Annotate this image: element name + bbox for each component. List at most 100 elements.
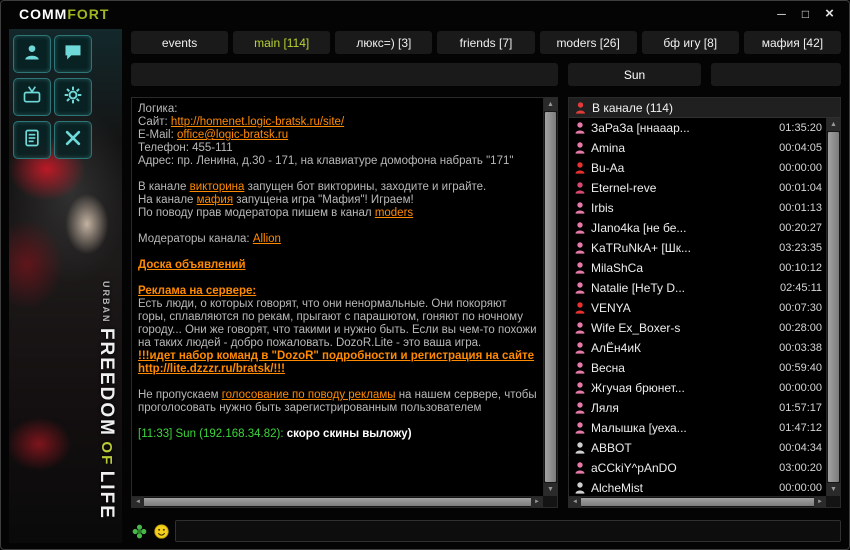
tab-mafia[interactable]: мафия [42] (744, 31, 841, 54)
secondary-bar[interactable] (711, 63, 841, 86)
scroll-thumb[interactable] (144, 498, 531, 506)
user-list-item[interactable]: Малышка [уеха...01:47:12 (569, 418, 826, 438)
scroll-down-button[interactable]: ▼ (544, 483, 557, 496)
user-list-item[interactable]: Жгучая брюнет...00:00:00 (569, 378, 826, 398)
moders-channel-link[interactable]: moders (375, 207, 413, 219)
scroll-right-button[interactable]: ► (531, 497, 543, 507)
message-input[interactable] (175, 520, 841, 542)
scroll-thumb[interactable] (581, 498, 814, 506)
vote-link[interactable]: голосование по поводу рекламы (222, 389, 396, 401)
userlist-horizontal-scrollbar[interactable]: ◄ ► (569, 496, 826, 507)
tab-moders[interactable]: moders [26] (540, 31, 637, 54)
settings-button[interactable] (54, 78, 92, 116)
user-list-item[interactable]: Весна00:59:40 (569, 358, 826, 378)
moderator-link[interactable]: Allion (253, 233, 281, 245)
user-time: 00:20:27 (779, 222, 822, 234)
user-icon (575, 402, 585, 414)
quiz-channel-link[interactable]: викторина (190, 181, 245, 193)
minimize-button[interactable]: ─ (774, 7, 789, 21)
ad-header: Реклама на сервере: (138, 285, 256, 297)
user-name: ABBOT (591, 441, 773, 455)
scroll-left-button[interactable]: ◄ (132, 497, 144, 507)
site-link[interactable]: http://homenet.logic-bratsk.ru/site/ (171, 116, 344, 128)
scroll-up-button[interactable]: ▲ (827, 118, 840, 131)
user-list-item[interactable]: Wife Ex_Boxer-s00:28:00 (569, 318, 826, 338)
chat-text: Телефон: 455-111 (138, 142, 233, 154)
user-name: Wife Ex_Boxer-s (591, 321, 773, 335)
tab-events[interactable]: events (131, 31, 228, 54)
scroll-down-button[interactable]: ▼ (827, 483, 840, 496)
vertical-text-freedom: FREEDOM (96, 328, 117, 437)
user-icon (575, 382, 585, 394)
user-list-item[interactable]: Natalie [НеТу D...02:45:11 (569, 278, 826, 298)
user-list-item[interactable]: Bu-Aa 00:00:00 (569, 158, 826, 178)
user-name: aCCkiY^pAnDO (591, 461, 773, 475)
board-link[interactable]: Доска объявлений (138, 259, 246, 271)
chat-text: запущена игра "Мафия"! Играем! (233, 194, 414, 206)
user-icon (575, 282, 585, 294)
user-name: Amina (591, 141, 773, 155)
app-logo: COMMFORT (19, 6, 109, 22)
user-list-item[interactable]: Eternel-reve00:01:04 (569, 178, 826, 198)
email-link[interactable]: office@logic-bratsk.ru (177, 129, 288, 141)
user-time: 00:59:40 (779, 362, 822, 374)
user-list-item[interactable]: ЗаРаЗа [ннааар...01:35:20 (569, 118, 826, 138)
notes-icon (22, 128, 42, 153)
chat-vertical-scrollbar[interactable]: ▲ ▼ (543, 98, 557, 496)
exit-button[interactable] (54, 121, 92, 159)
topic-bar[interactable] (131, 63, 558, 86)
user-list-item[interactable]: АлЁн4иК00:03:38 (569, 338, 826, 358)
connection-status-icon[interactable] (131, 523, 147, 539)
emoticons-button[interactable] (153, 523, 169, 539)
tab-friends[interactable]: friends [7] (437, 31, 534, 54)
user-icon (575, 202, 585, 214)
user-list-item[interactable]: JIano4ka [не бе...00:20:27 (569, 218, 826, 238)
scroll-left-button[interactable]: ◄ (569, 497, 581, 507)
user-time: 01:57:17 (779, 402, 822, 414)
user-list-item[interactable]: AlcheMist00:00:00 (569, 478, 826, 496)
scroll-thumb[interactable] (828, 132, 839, 482)
user-list-item[interactable]: KaTRuNkA+ [Шк...03:23:35 (569, 238, 826, 258)
mafia-channel-link[interactable]: мафия (197, 194, 233, 206)
tab-main[interactable]: main [114] (233, 31, 330, 54)
chat-button[interactable] (54, 35, 92, 73)
tab-bf-igu[interactable]: бф игу [8] (642, 31, 739, 54)
chat-text: В канале (138, 181, 190, 193)
user-time: 00:00:00 (779, 382, 822, 394)
chat-horizontal-scrollbar[interactable]: ◄ ► (132, 496, 543, 507)
maximize-button[interactable]: □ (798, 7, 813, 21)
user-icon (575, 422, 585, 434)
close-button[interactable]: × (822, 7, 837, 21)
tab-lux[interactable]: люкс=) [3] (335, 31, 432, 54)
chat-text: Модераторы канала: (138, 233, 253, 245)
userlist-vertical-scrollbar[interactable]: ▲ ▼ (826, 118, 840, 496)
message-meta: [11:33] Sun (192.168.34.82): (138, 428, 284, 440)
nickname-button[interactable]: Sun (568, 63, 701, 86)
user-icon (575, 442, 585, 454)
log-button[interactable] (13, 121, 51, 159)
sidebar-vertical-text: URBAN FREEDOM OF LIFE (93, 281, 119, 520)
user-time: 00:04:34 (779, 442, 822, 454)
user-name: Ляля (591, 401, 773, 415)
dozor-link[interactable]: !!!идет набор команд в "DozoR" подробнос… (138, 350, 534, 375)
broadcast-button[interactable] (13, 78, 51, 116)
user-name: Bu-Aa (591, 161, 773, 175)
scroll-thumb[interactable] (545, 112, 556, 482)
user-name: MilaShCa (591, 261, 773, 275)
scroll-up-button[interactable]: ▲ (544, 98, 557, 111)
profile-button[interactable] (13, 35, 51, 73)
chat-text: Адрес: пр. Ленина, д.30 - 171, на клавиа… (138, 155, 513, 167)
user-list-item[interactable]: Amina00:04:05 (569, 138, 826, 158)
scroll-right-button[interactable]: ► (814, 497, 826, 507)
user-list-item[interactable]: MilaShCa00:10:12 (569, 258, 826, 278)
sidebar-photo-panel: URBAN FREEDOM OF LIFE (9, 29, 122, 543)
user-time: 00:00:00 (779, 162, 822, 174)
user-list-item[interactable]: VENYA00:07:30 (569, 298, 826, 318)
user-list-item[interactable]: ABBOT 00:04:34 (569, 438, 826, 458)
user-list-item[interactable]: Ляля 01:57:17 (569, 398, 826, 418)
user-list-item[interactable]: aCCkiY^pAnDO03:00:20 (569, 458, 826, 478)
user-list-item[interactable]: Irbis00:01:13 (569, 198, 826, 218)
chat-text: E-Mail: (138, 129, 177, 141)
scrollbar-corner (826, 496, 840, 507)
sidebar-button-grid (13, 35, 90, 159)
